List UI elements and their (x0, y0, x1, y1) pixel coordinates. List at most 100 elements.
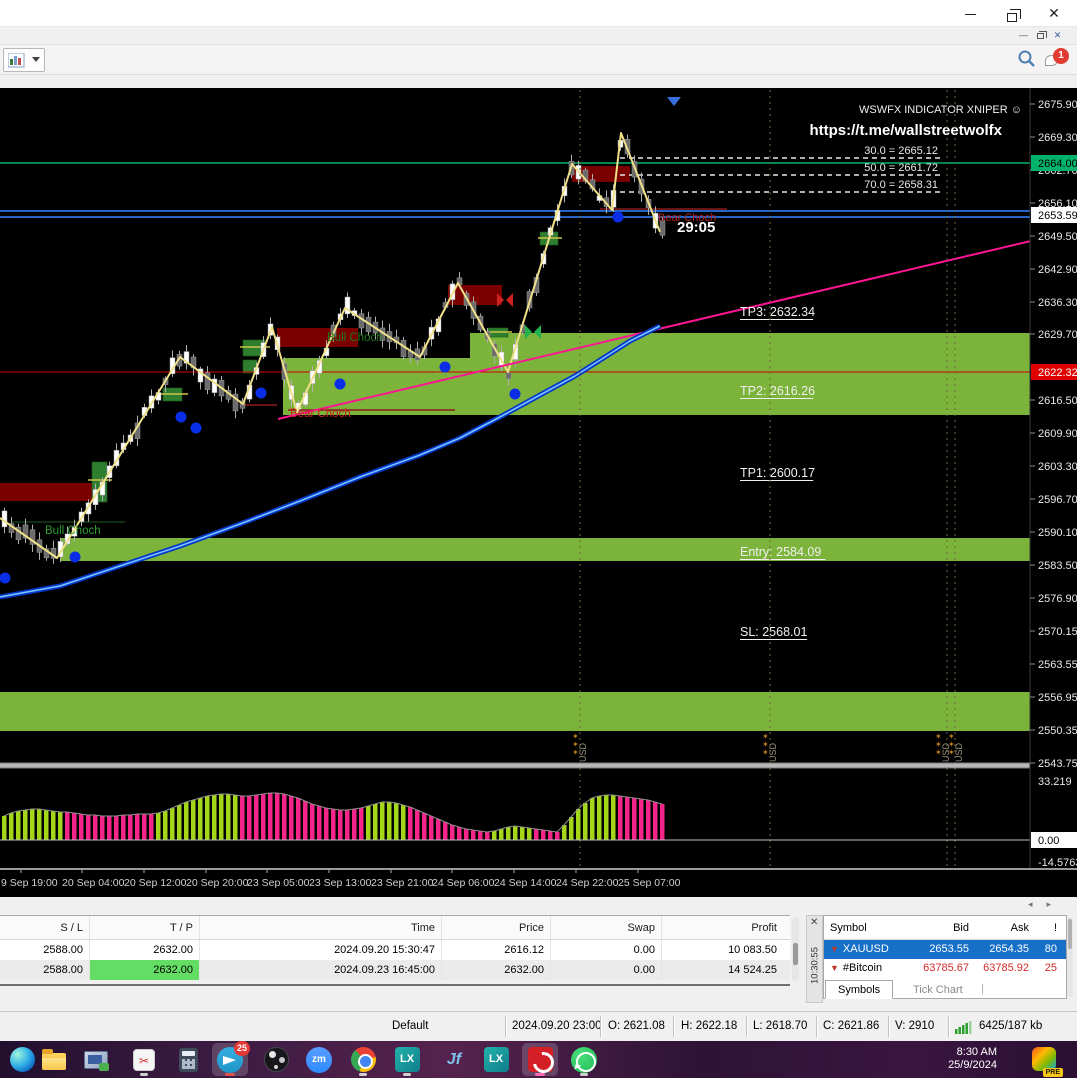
svg-text:2609.90: 2609.90 (1038, 428, 1077, 440)
column-header-symbol[interactable]: Symbol (824, 916, 909, 939)
svg-text:WSWFX INDICATOR XNIPER ☺: WSWFX INDICATOR XNIPER ☺ (859, 104, 1022, 116)
price-chart[interactable]: 30.0 = 2665.1250.0 = 2661.7270.0 = 2658.… (0, 88, 1077, 897)
taskbar-item-whatsapp[interactable] (566, 1043, 602, 1076)
taskbar-copilot-icon[interactable]: PRE (1029, 1045, 1059, 1075)
cell-tp-highlighted: 2632.00 (90, 960, 200, 980)
market-watch-scrollbar[interactable] (1067, 917, 1073, 997)
svg-text:TP1: 2600.17: TP1: 2600.17 (740, 466, 815, 480)
trades-scrollbar[interactable] (792, 917, 799, 981)
taskbar-item-file-explorer[interactable] (36, 1043, 72, 1076)
column-header-time[interactable]: Time (200, 916, 442, 939)
obs-studio-icon (264, 1047, 289, 1072)
separator (948, 1016, 949, 1037)
child-minimize-icon[interactable]: — (1016, 29, 1031, 42)
running-app-indicator (535, 1073, 545, 1076)
taskbar: ✂ 25 zm LX Jf LX 8:30 AM 25/9/2024 PRE (0, 1041, 1077, 1078)
svg-text:-14.5763: -14.5763 (1038, 857, 1077, 869)
status-profile[interactable]: Default (392, 1012, 428, 1041)
svg-text:Bear Choch: Bear Choch (290, 408, 351, 420)
lx-app-icon: LX (484, 1047, 509, 1072)
trading-app-icon (528, 1047, 553, 1072)
svg-text:20 Sep 20:00: 20 Sep 20:00 (186, 877, 249, 889)
scrollbar-handle[interactable] (1068, 919, 1072, 949)
column-header-ask[interactable]: Ask (973, 916, 1033, 939)
tab-symbols[interactable]: Symbols (825, 980, 893, 999)
list-item-xauusd[interactable]: ▼XAUUSD 2653.55 2654.35 80 (824, 940, 1066, 959)
status-traffic: 6425/187 kb (979, 1012, 1042, 1041)
taskbar-item-chrome[interactable] (345, 1043, 381, 1076)
trades-table[interactable]: S / L T / P Time Price Swap Profit 2588.… (0, 915, 790, 980)
taskbar-item-zoom[interactable]: zm (301, 1043, 337, 1076)
child-restore-icon[interactable] (1033, 29, 1048, 42)
ask-value: 63785.92 (973, 959, 1033, 978)
column-header-spread[interactable]: ! (1033, 916, 1061, 939)
close-icon[interactable]: ✕ (810, 917, 818, 928)
toolbar-gap (0, 75, 1077, 88)
unread-count-badge: 25 (234, 1041, 250, 1056)
bid-value: 63785.67 (909, 959, 973, 978)
tab-tick-chart[interactable]: Tick Chart (903, 982, 973, 999)
taskbar-item-lx-app-2[interactable]: LX (478, 1043, 514, 1076)
search-icon[interactable] (1017, 49, 1037, 69)
taskbar-item-jforex[interactable]: Jf (436, 1043, 472, 1076)
window-restore-icon[interactable] (997, 3, 1027, 24)
column-header-profit[interactable]: Profit (662, 916, 783, 939)
terminal-panel: S / L T / P Time Price Swap Profit 2588.… (0, 897, 805, 1011)
cell-profit: 14 524.25 (662, 960, 783, 980)
taskbar-clock[interactable]: 8:30 AM 25/9/2024 (948, 1046, 997, 1072)
window-minimize-icon[interactable] (955, 3, 985, 24)
taskbar-item-obs-studio[interactable] (258, 1043, 294, 1076)
ask-value: 2654.35 (973, 940, 1033, 959)
table-row[interactable]: 2588.00 2632.00 2024.09.23 16:45:00 2632… (0, 960, 790, 980)
svg-text:50.0 = 2661.72: 50.0 = 2661.72 (864, 162, 938, 174)
svg-text:24 Sep 22:00: 24 Sep 22:00 (556, 877, 619, 889)
notifications-icon[interactable]: 1 (1045, 48, 1069, 70)
child-close-icon[interactable]: ✕ (1050, 29, 1065, 42)
taskbar-item-telegram[interactable]: 25 (212, 1043, 248, 1076)
taskbar-item-lx-app-1[interactable]: LX (389, 1043, 425, 1076)
column-header-sl[interactable]: S / L (0, 916, 90, 939)
svg-text:23 Sep 13:00: 23 Sep 13:00 (309, 877, 372, 889)
svg-text:2669.30: 2669.30 (1038, 132, 1077, 144)
status-high: H: 2622.18 (681, 1012, 737, 1041)
taskbar-item-edge[interactable] (4, 1043, 40, 1076)
whatsapp-icon (571, 1047, 597, 1073)
svg-text:2636.30: 2636.30 (1038, 297, 1077, 309)
clock-time: 8:30 AM (948, 1046, 997, 1059)
window-close-icon[interactable]: ✕ (1039, 3, 1069, 24)
taskbar-item-calculator[interactable] (170, 1043, 206, 1076)
zoom-icon: zm (306, 1047, 332, 1073)
column-header-tp[interactable]: T / P (90, 916, 200, 939)
column-header-swap[interactable]: Swap (551, 916, 662, 939)
chevron-down-icon (32, 57, 40, 62)
svg-text:33.219: 33.219 (1038, 776, 1072, 788)
svg-text:TP3: 2632.34: TP3: 2632.34 (740, 305, 815, 319)
taskbar-item-remote-desktop[interactable] (78, 1043, 114, 1076)
status-volume: V: 2910 (895, 1012, 934, 1041)
separator (673, 1016, 674, 1037)
svg-text:Bear Choch: Bear Choch (658, 212, 716, 224)
svg-text:2653.59: 2653.59 (1038, 210, 1077, 222)
trades-header-row: S / L T / P Time Price Swap Profit (0, 916, 790, 940)
svg-text:2576.90: 2576.90 (1038, 593, 1077, 605)
market-watch-tabs: Symbols Tick Chart | (823, 999, 1067, 1011)
scrollbar-handle[interactable] (793, 943, 798, 965)
running-app-indicator (140, 1073, 148, 1076)
snipping-tool-icon: ✂ (133, 1049, 155, 1071)
taskbar-item-mt4-app[interactable] (522, 1043, 558, 1076)
svg-text:2629.70: 2629.70 (1038, 329, 1077, 341)
status-close: C: 2621.86 (823, 1012, 879, 1041)
column-header-bid[interactable]: Bid (909, 916, 973, 939)
lx-app-icon: LX (395, 1047, 420, 1072)
cell-price: 2632.00 (442, 960, 551, 980)
svg-text:2603.30: 2603.30 (1038, 461, 1077, 473)
panel-grip[interactable]: ✕ 10:30:55 (806, 915, 823, 1003)
panel-scroll-arrows[interactable]: ◂▸ (1028, 899, 1065, 910)
taskbar-item-snipping-tool[interactable]: ✂ (126, 1043, 162, 1076)
table-row[interactable]: 2588.00 2632.00 2024.09.20 15:30:47 2616… (0, 940, 790, 960)
column-header-price[interactable]: Price (442, 916, 551, 939)
cell-time: 2024.09.23 16:45:00 (200, 960, 442, 980)
svg-text:2570.15: 2570.15 (1038, 626, 1077, 638)
list-item-bitcoin[interactable]: ▼#Bitcoin 63785.67 63785.92 25 (824, 959, 1066, 978)
chart-type-button[interactable] (3, 48, 45, 72)
